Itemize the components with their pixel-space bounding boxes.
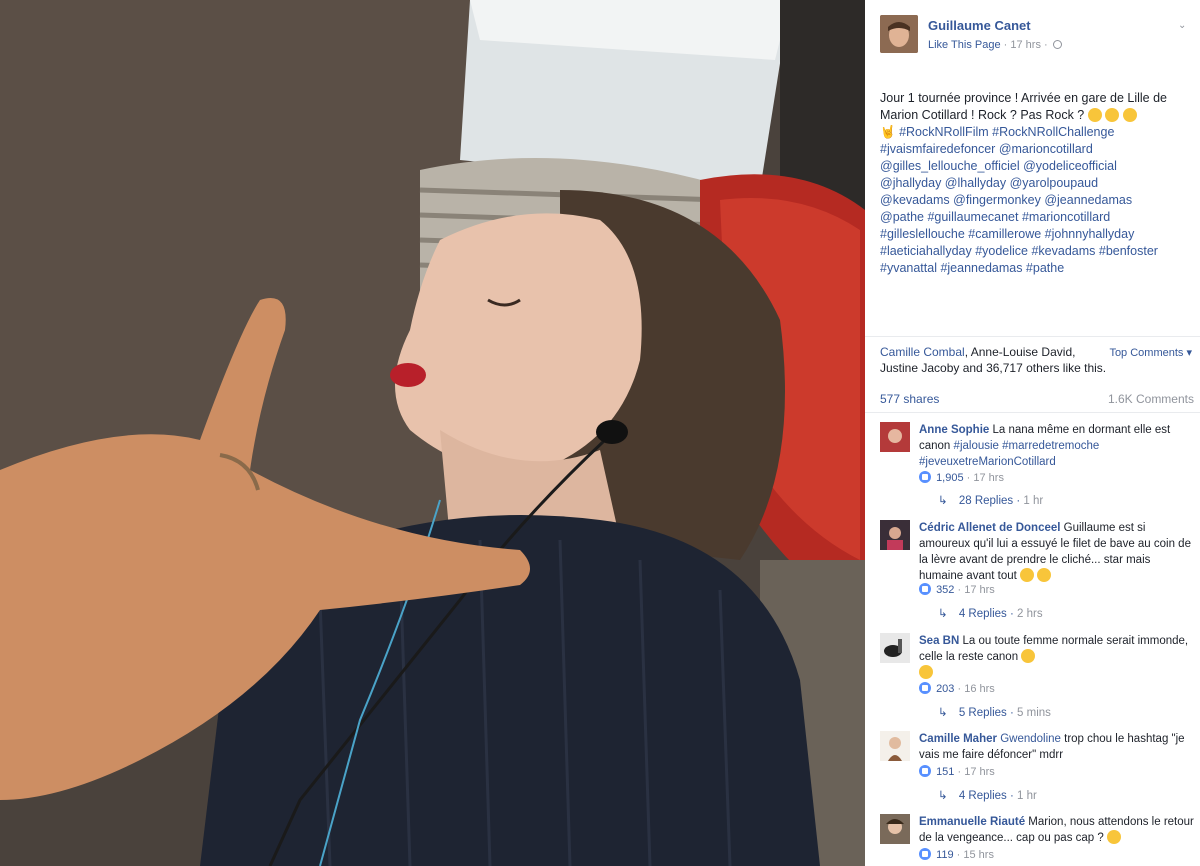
laughing-emoji-icon: [1105, 108, 1120, 122]
comment-like-count[interactable]: 119: [936, 849, 954, 861]
top-comments-dropdown[interactable]: Top Comments ▾: [1109, 346, 1192, 359]
comment-author[interactable]: Camille Maher: [919, 733, 997, 745]
comment-author[interactable]: Sea BN: [919, 635, 959, 647]
shares-count[interactable]: 577 shares: [880, 392, 939, 406]
comment-mention[interactable]: Gwendoline: [1000, 733, 1061, 745]
hashtags-line[interactable]: #RockNRollFilm #RockNRollChallenge: [899, 125, 1114, 139]
post-header: Guillaume Canet Like This Page · 17 hrs …: [865, 0, 1200, 60]
replies-label: 4 Replies: [958, 790, 1007, 802]
like-page-link[interactable]: Like This Page: [928, 39, 1001, 51]
comment-meta: 119 · 15 hrs: [919, 848, 994, 861]
hashtags-line[interactable]: #yvanattal #jeannedamas #pathe: [880, 261, 1064, 275]
mentions-line[interactable]: @gilles_lellouche_officiel @yodeliceoffi…: [880, 159, 1117, 173]
comment-meta: 151 · 17 hrs: [919, 765, 995, 778]
comment-replies-link[interactable]: ↳ 4 Replies · 1 hr: [938, 788, 1037, 802]
divider: [865, 412, 1200, 413]
reply-arrow-icon: ↳: [938, 707, 948, 719]
post-photo[interactable]: [0, 0, 865, 866]
page-avatar[interactable]: [880, 15, 918, 53]
likes-rest[interactable]: Justine Jacoby and 36,717 others like th…: [880, 361, 1106, 375]
reply-time: 2 hrs: [1017, 608, 1043, 620]
post-meta: Like This Page · 17 hrs ·: [928, 39, 1062, 51]
post-text: Jour 1 tournée province ! Arrivée en gar…: [880, 90, 1195, 277]
replies-label: 5 Replies: [958, 707, 1007, 719]
wink-emoji-icon: [919, 665, 933, 679]
comment-author[interactable]: Anne Sophie: [919, 424, 989, 436]
comment-avatar[interactable]: [880, 633, 910, 663]
sad-emoji-icon: [1021, 649, 1036, 663]
sleepy-emoji-icon: [1087, 108, 1102, 122]
reply-time: 1 hr: [1023, 495, 1044, 507]
comment-body: Emmanuelle Riauté Marion, nous attendons…: [919, 814, 1197, 846]
comment-meta: 1,905 · 17 hrs: [919, 471, 1004, 484]
liker-name[interactable]: Anne-Louise David,: [971, 345, 1076, 359]
top-comments-label: Top Comments: [1109, 347, 1184, 359]
comments-count[interactable]: 1.6K Comments: [1108, 392, 1194, 406]
comment-meta: 352 · 17 hrs: [919, 583, 995, 596]
hashtag-link[interactable]: #jvaismfairedefoncer: [880, 142, 995, 156]
like-icon: [919, 682, 931, 694]
like-icon: [919, 848, 931, 860]
like-icon: [919, 471, 931, 483]
comment-meta: 203 · 16 hrs: [919, 682, 995, 695]
mentions-line[interactable]: @jhallyday @lhallyday @yarolpoupaud: [880, 176, 1098, 190]
comment-avatar[interactable]: [880, 422, 910, 452]
hashtags-line[interactable]: #laeticiahallyday #yodelice #kevadams #b…: [880, 244, 1158, 258]
reply-time: 1 hr: [1017, 790, 1037, 802]
comment-like-count[interactable]: 203: [936, 683, 954, 695]
like-icon: [919, 765, 931, 777]
reply-arrow-icon: ↳: [938, 608, 948, 620]
comment-time[interactable]: 15 hrs: [963, 849, 994, 861]
chevron-down-icon[interactable]: ⌄: [1178, 20, 1188, 31]
smile-emoji-icon: [1106, 830, 1121, 844]
comment-avatar[interactable]: [880, 814, 910, 844]
comment-like-count[interactable]: 1,905: [936, 472, 964, 484]
reply-time: 5 mins: [1017, 707, 1051, 719]
comment-replies-link[interactable]: ↳ 28 Replies · 1 hr: [938, 493, 1043, 507]
photo-illustration: [0, 0, 865, 866]
stats-row: 577 shares 1.6K Comments: [880, 392, 1194, 406]
hashtags-line[interactable]: #gilleslellouche #camillerowe #johnnyhal…: [880, 227, 1134, 241]
reply-arrow-icon: ↳: [938, 790, 948, 802]
laughing-emoji-icon: [1020, 568, 1035, 582]
comment-time[interactable]: 17 hrs: [973, 472, 1004, 484]
mentions-line[interactable]: @pathe #guillaumecanet #marioncotillard: [880, 210, 1110, 224]
comment-time[interactable]: 17 hrs: [964, 766, 995, 778]
mention-link[interactable]: @marioncotillard: [999, 142, 1093, 156]
comment-author[interactable]: Cédric Allenet de Donceel: [919, 522, 1060, 534]
comment-replies-link[interactable]: ↳ 5 Replies · 5 mins: [938, 705, 1051, 719]
comment-body: Anne Sophie La nana même en dormant elle…: [919, 422, 1197, 470]
comment-text: La ou toute femme normale serait immonde…: [919, 635, 1189, 663]
smile-emoji-icon: [1037, 568, 1052, 582]
replies-label: 4 Replies: [958, 608, 1007, 620]
divider: [865, 336, 1200, 337]
comment-like-count[interactable]: 151: [936, 766, 954, 778]
page-name-link[interactable]: Guillaume Canet: [928, 18, 1031, 33]
comment-avatar[interactable]: [880, 731, 910, 761]
comment-author[interactable]: Emmanuelle Riauté: [919, 816, 1025, 828]
post-time[interactable]: 17 hrs: [1010, 39, 1041, 51]
comment-time[interactable]: 16 hrs: [964, 683, 995, 695]
comment-replies-link[interactable]: ↳ 4 Replies · 2 hrs: [938, 606, 1043, 620]
comment-body: Cédric Allenet de Donceel Guillaume est …: [919, 520, 1197, 584]
comment-body: Camille Maher Gwendoline trop chou le ha…: [919, 731, 1197, 763]
comment-like-count[interactable]: 352: [936, 584, 954, 596]
reply-arrow-icon: ↳: [938, 495, 948, 507]
comment-avatar[interactable]: [880, 520, 910, 550]
comment-body: Sea BN La ou toute femme normale serait …: [919, 633, 1197, 681]
like-icon: [919, 583, 931, 595]
replies-label: 28 Replies: [958, 495, 1014, 507]
rock-hand-emoji-icon: 🤘: [880, 125, 896, 139]
sunglasses-emoji-icon: [1122, 108, 1137, 122]
globe-icon: [1052, 40, 1062, 49]
liker-name-link[interactable]: Camille Combal: [880, 345, 965, 359]
post-side-panel: Guillaume Canet Like This Page · 17 hrs …: [865, 0, 1200, 866]
comment-time[interactable]: 17 hrs: [964, 584, 995, 596]
mentions-line[interactable]: @kevadams @fingermonkey @jeannedamas: [880, 193, 1132, 207]
